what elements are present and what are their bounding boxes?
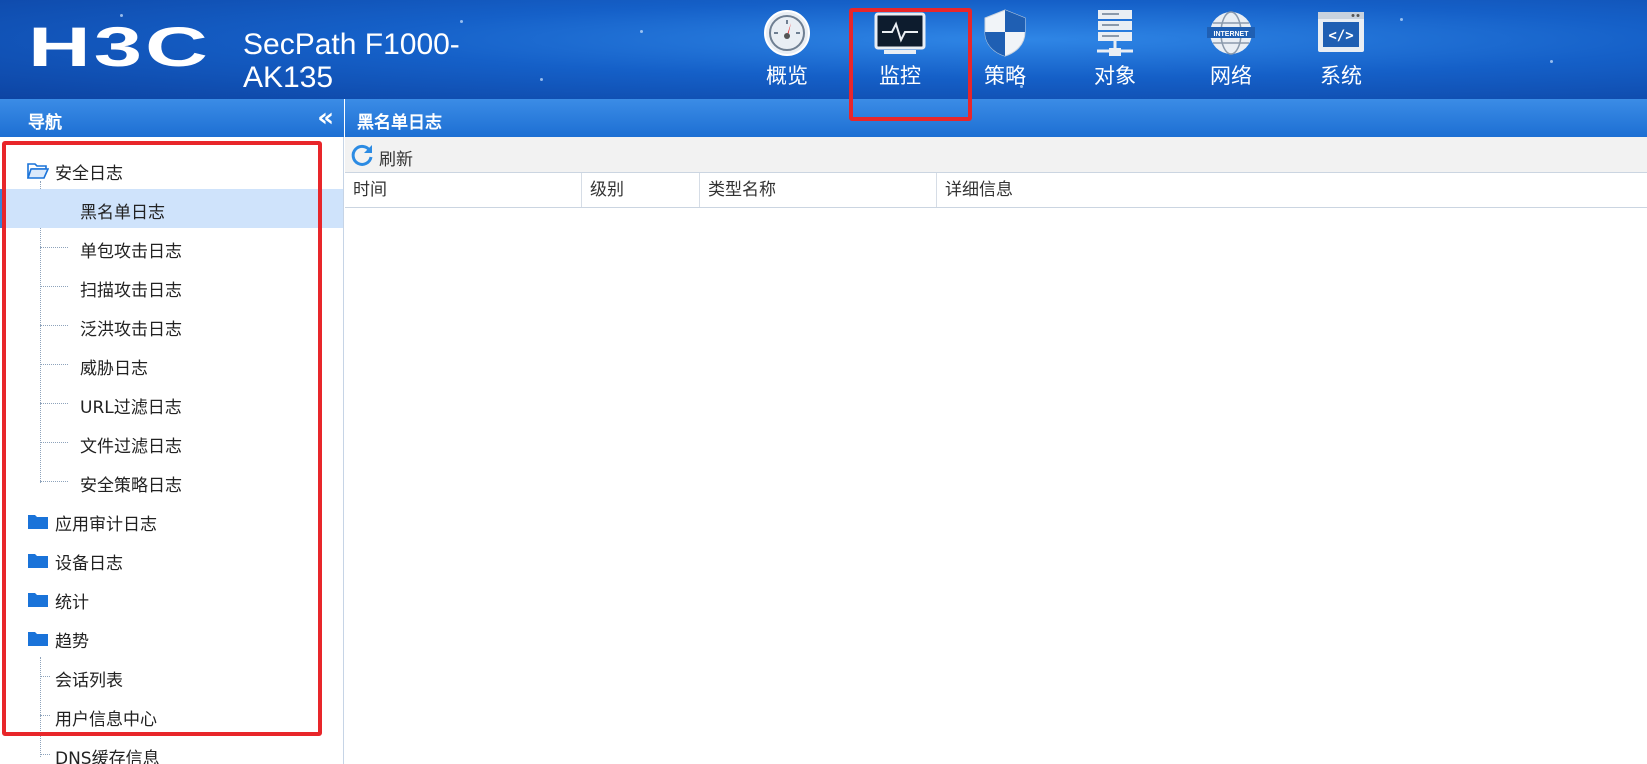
log-table-header: 时间 级别 类型名称 详细信息	[345, 173, 1647, 208]
refresh-icon	[351, 144, 373, 166]
nav-tree: 安全日志 黑名单日志 单包攻击日志 扫描攻击日志 泛洪攻击日志 威胁日志 URL…	[0, 137, 344, 764]
column-header-level[interactable]: 级别	[582, 173, 700, 207]
column-header-details[interactable]: 详细信息	[937, 173, 1647, 207]
tree-item-session-list[interactable]: 会话列表	[0, 657, 343, 696]
tree-item-url-filter-log[interactable]: URL过滤日志	[0, 384, 343, 423]
tree-item-scan-attack-log[interactable]: 扫描攻击日志	[0, 267, 343, 306]
tree-item-dns-cache-info[interactable]: DNS缓存信息	[0, 735, 343, 764]
nav-object[interactable]: 对象	[1065, 0, 1165, 99]
top-banner: H3C SecPath F1000- AK135 概览 监控 策略 对象 INT…	[0, 0, 1647, 99]
svg-text:</>: </>	[1328, 28, 1353, 44]
shield-icon	[984, 9, 1026, 57]
toolbar: 刷新	[345, 137, 1647, 173]
tree-folder-security-log[interactable]: 安全日志	[0, 150, 343, 189]
folder-icon	[28, 632, 48, 646]
nav-system[interactable]: </> 系统	[1291, 0, 1391, 99]
product-name: SecPath F1000- AK135	[243, 28, 460, 94]
tree-folder-app-audit-log[interactable]: 应用审计日志	[0, 501, 343, 540]
tree-folder-trend[interactable]: 趋势	[0, 618, 343, 657]
h3c-logo: H3C	[28, 15, 211, 78]
folder-open-icon	[27, 163, 49, 179]
nav-network[interactable]: INTERNET 网络	[1181, 0, 1281, 99]
collapse-sidebar-icon[interactable]: «	[317, 103, 334, 133]
tree-item-single-packet-attack-log[interactable]: 单包攻击日志	[0, 228, 343, 267]
svg-text:INTERNET: INTERNET	[1214, 31, 1250, 38]
tree-folder-statistics[interactable]: 统计	[0, 579, 343, 618]
internet-icon: INTERNET	[1207, 11, 1255, 55]
folder-icon	[28, 554, 48, 568]
tree-item-flood-attack-log[interactable]: 泛洪攻击日志	[0, 306, 343, 345]
content-header: 黑名单日志	[345, 99, 1647, 137]
folder-icon	[28, 515, 48, 529]
column-header-time[interactable]: 时间	[345, 173, 582, 207]
code-window-icon: </>	[1318, 12, 1364, 52]
tree-item-blacklist-log[interactable]: 黑名单日志	[0, 189, 343, 228]
nav-overview[interactable]: 概览	[737, 0, 837, 99]
sidebar-title: 导航	[28, 113, 62, 133]
monitor-highlight-box	[849, 8, 972, 121]
folder-icon	[28, 593, 48, 607]
tree-item-security-policy-log[interactable]: 安全策略日志	[0, 462, 343, 501]
sidebar-header: 导航 «	[0, 99, 344, 137]
tree-item-file-filter-log[interactable]: 文件过滤日志	[0, 423, 343, 462]
tree-folder-device-log[interactable]: 设备日志	[0, 540, 343, 579]
server-icon	[1097, 10, 1133, 56]
dashboard-icon	[764, 10, 810, 56]
column-header-type-name[interactable]: 类型名称	[700, 173, 937, 207]
tree-item-threat-log[interactable]: 威胁日志	[0, 345, 343, 384]
tree-item-user-info-center[interactable]: 用户信息中心	[0, 696, 343, 735]
page-title: 黑名单日志	[357, 113, 442, 133]
